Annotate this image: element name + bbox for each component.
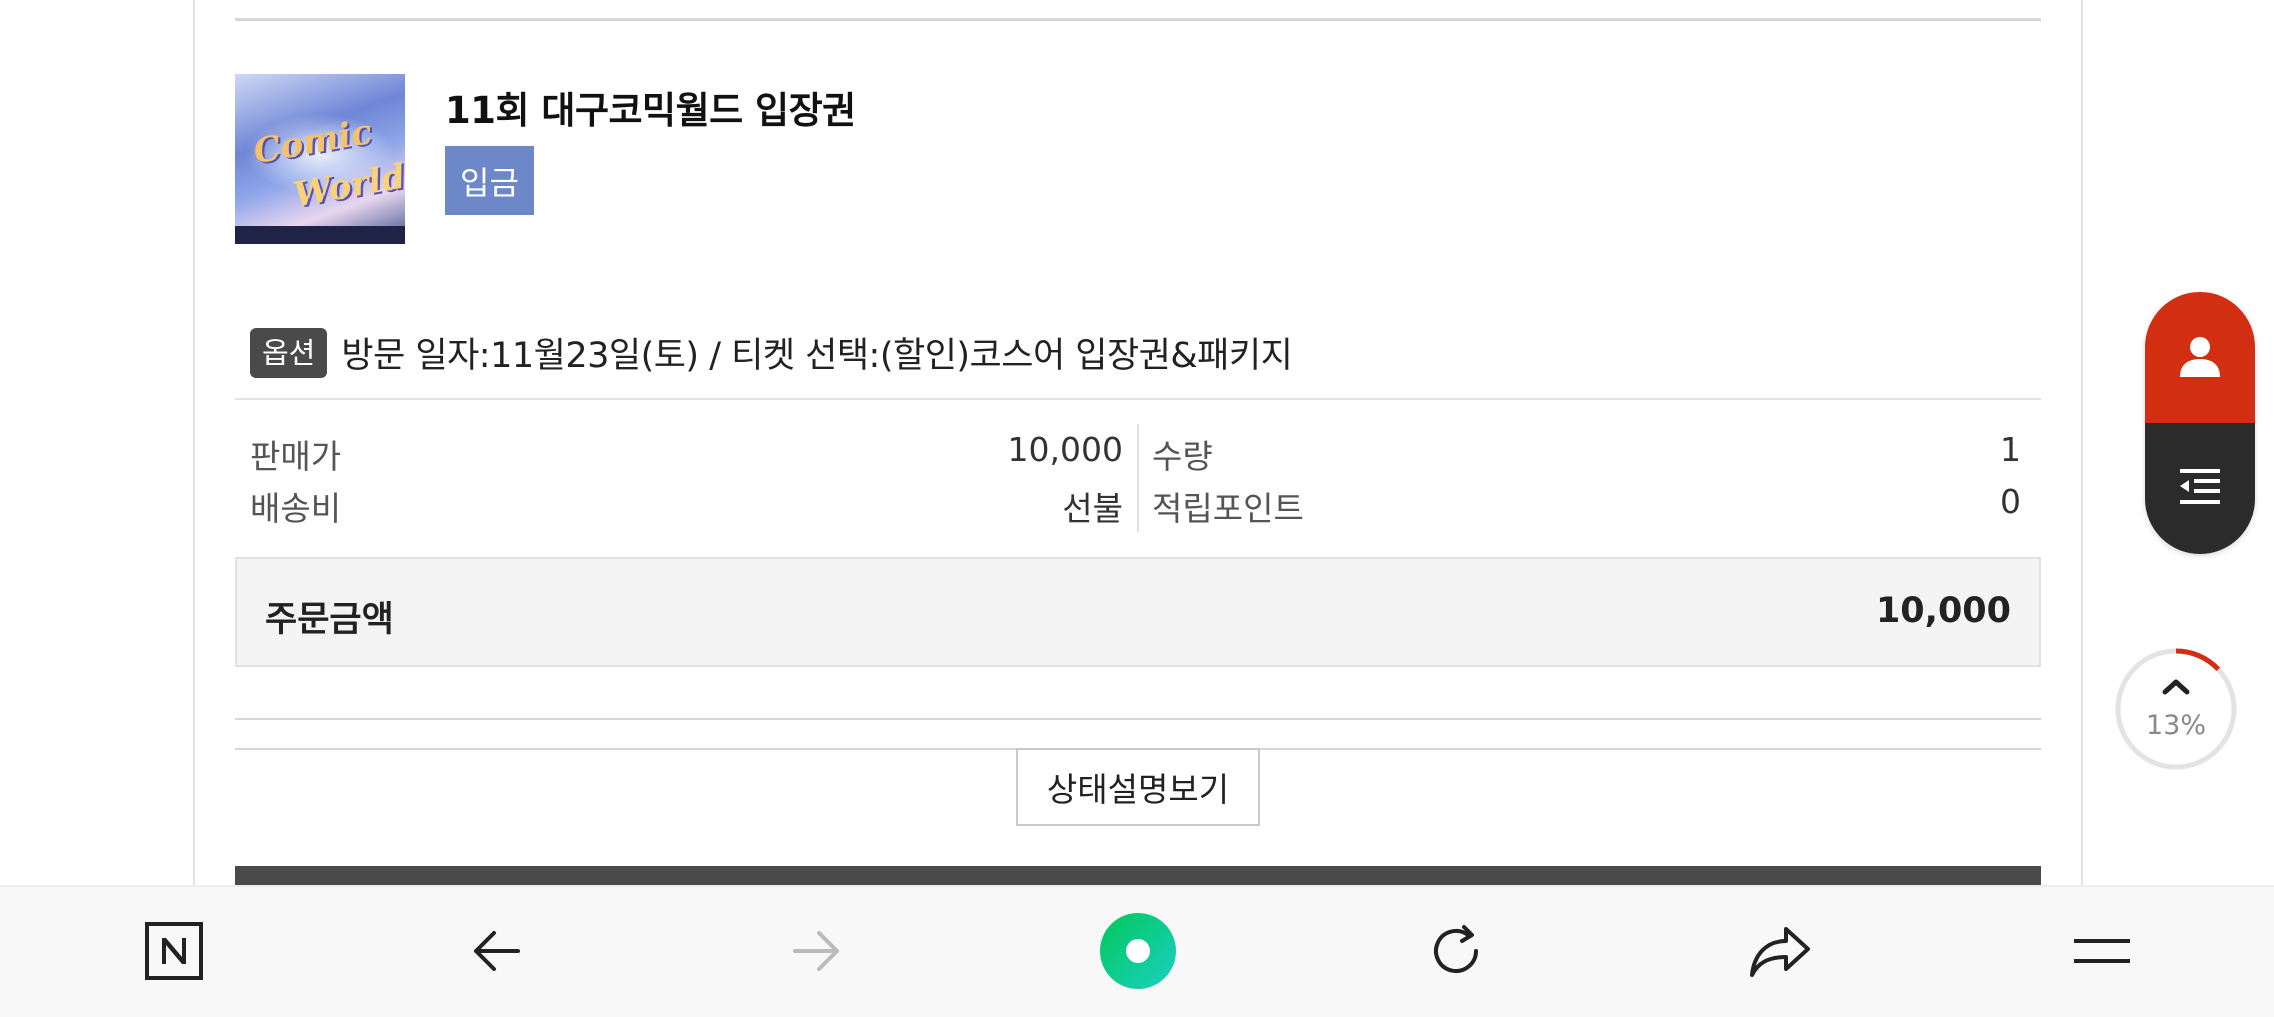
refresh-icon [1428,921,1488,985]
order-detail-panel: Comic World 11회 대구코믹월드 입장권 입금 옵션 방문 일자:1… [193,0,2083,885]
back-button[interactable] [456,913,536,993]
order-total-box: 주문금액 10,000 [235,557,2041,667]
points-label: 적립포인트 [1152,489,1304,528]
forward-arrow-icon [789,923,845,983]
scroll-to-top-button[interactable]: 13% [2113,646,2239,772]
quantity-label: 수량 [1152,437,1213,476]
section-divider [235,718,2041,720]
status-description-button[interactable]: 상태설명보기 [1016,748,1260,826]
list-collapse-icon [2178,467,2222,511]
my-page-button[interactable] [2145,292,2255,423]
browser-bottom-toolbar [0,885,2274,1017]
option-text: 방문 일자:11월23일(토) / 티켓 선택:(할인)코스어 입장권&패키지 [341,336,1293,376]
green-dot-icon [1098,911,1178,995]
order-total-label: 주문금액 [265,600,394,640]
scroll-percent-label: 13% [2145,710,2206,741]
thumbnail-strip [235,226,405,244]
status-badge: 입금 [445,146,534,215]
menu-icon [2072,931,2132,975]
order-total-value: 10,000 [1875,591,2011,631]
menu-button[interactable] [2062,913,2142,993]
price-label: 판매가 [250,437,342,476]
green-dot-button[interactable] [1098,913,1178,993]
shipping-label: 배송비 [250,489,342,528]
naver-home-icon [144,921,204,985]
recent-list-button[interactable] [2145,423,2255,554]
share-icon [1748,921,1812,985]
naver-home-button[interactable] [134,913,214,993]
option-row: 옵션 방문 일자:11월23일(토) / 티켓 선택:(할인)코스어 입장권&패… [250,327,1293,378]
details-divider [1137,424,1139,532]
product-thumbnail[interactable]: Comic World [235,74,405,244]
points-value: 0 [2000,482,2021,521]
refresh-button[interactable] [1418,913,1498,993]
scroll-progress-ring [2115,648,2237,770]
product-title[interactable]: 11회 대구코믹월드 입장권 [445,80,856,134]
shipping-value: 선불 [1062,489,1123,528]
option-divider [235,398,2041,400]
forward-button[interactable] [777,913,857,993]
price-value: 10,000 [1007,430,1123,469]
top-divider [235,18,2041,21]
dark-action-bar[interactable] [235,866,2041,885]
back-arrow-icon [468,923,524,983]
share-button[interactable] [1740,913,1820,993]
option-tag: 옵션 [250,327,328,378]
side-quick-widget [2145,292,2255,554]
user-icon [2177,333,2223,383]
quantity-value: 1 [2000,430,2021,469]
